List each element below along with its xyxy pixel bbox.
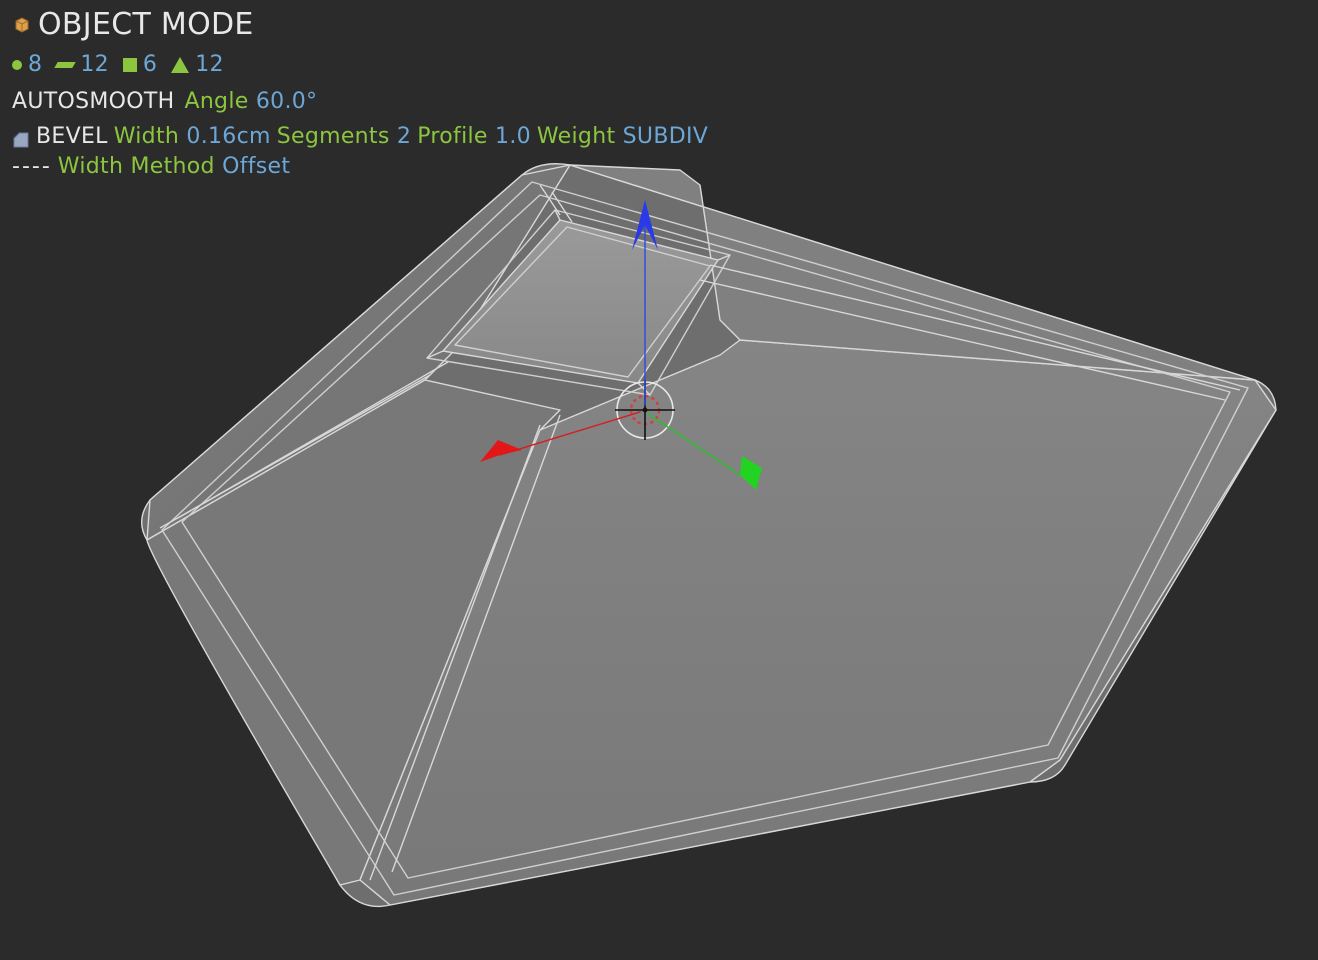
bevel-weight-key: Weight (537, 124, 615, 149)
mode-row: OBJECT MODE (12, 4, 708, 46)
bevel-segments-value: 2 (397, 124, 411, 149)
bevel-modifier-icon (12, 128, 30, 146)
stat-edges: 12 (56, 50, 109, 81)
mode-title: OBJECT MODE (38, 4, 254, 46)
bevel-row-main: BEVEL Width 0.16cm Segments 2 Profile 1.… (12, 122, 708, 153)
hud-overlay: OBJECT MODE 8 12 6 12 AUTOSMOOTH Angle 6… (12, 4, 708, 183)
bevel-row-sub: ---- Width Method Offset (12, 152, 708, 183)
face-icon (123, 58, 137, 72)
autosmooth-label: AUTOSMOOTH (12, 87, 174, 118)
bevel-modifier-block: BEVEL Width 0.16cm Segments 2 Profile 1.… (12, 122, 708, 184)
bevel-width-value: 0.16cm (186, 124, 270, 149)
vert-icon (12, 60, 22, 70)
bevel-name: BEVEL (36, 122, 108, 153)
autosmooth-row: AUTOSMOOTH Angle 60.0° (12, 87, 708, 118)
stat-verts: 8 (12, 50, 42, 81)
tri-icon (171, 57, 189, 73)
tris-value: 12 (195, 50, 224, 81)
bevel-width-key: Width (114, 124, 179, 149)
mesh-stats: 8 12 6 12 (12, 50, 708, 81)
bevel-profile-key: Profile (417, 124, 488, 149)
autosmooth-angle-key: Angle (184, 89, 248, 114)
object-box-icon (12, 15, 32, 35)
bevel-width-method-key: Width Method (58, 154, 215, 179)
bevel-sub-dash: ---- (12, 152, 52, 183)
faces-value: 6 (143, 50, 157, 81)
bevel-profile-value: 1.0 (495, 124, 531, 149)
mesh-solid[interactable] (142, 164, 1276, 907)
verts-value: 8 (28, 50, 42, 81)
edge-icon (55, 62, 76, 68)
autosmooth-angle-value: 60.0° (256, 89, 317, 114)
bevel-weight-value: SUBDIV (623, 124, 708, 149)
edges-value: 12 (80, 50, 109, 81)
stat-faces: 6 (123, 50, 157, 81)
bevel-width-method-value: Offset (222, 154, 290, 179)
bevel-segments-key: Segments (277, 124, 390, 149)
stat-tris: 12 (171, 50, 224, 81)
